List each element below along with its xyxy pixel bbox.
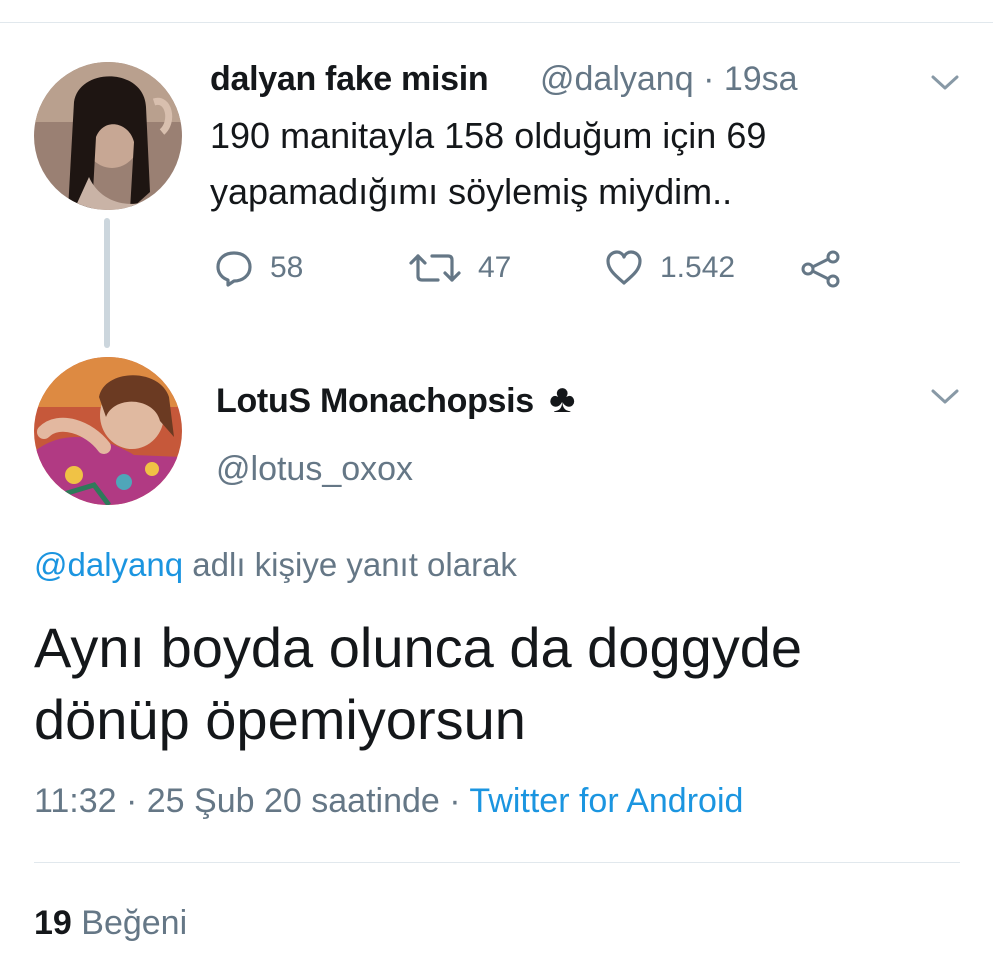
original-display-name[interactable]: dalyan fake misin — [210, 60, 489, 99]
tweet-metadata: 11:32 · 25 Şub 20 saatinde · Twitter for… — [34, 782, 743, 821]
original-time[interactable]: · 19sa — [703, 60, 798, 98]
like-count: 1.542 — [660, 251, 736, 284]
reply-count: 58 — [270, 251, 304, 284]
reply-tweet-text: Aynı boyda olunca da doggyde dönüp öpemi… — [34, 612, 964, 756]
replying-to-label: adlı kişiye yanıt olarak — [183, 546, 517, 583]
club-suit-icon: ♣ — [549, 377, 576, 421]
original-tweet-text: 190 manitayla 158 olduğum için 69 yapama… — [210, 108, 910, 220]
likes-stat-count: 19 — [34, 904, 72, 942]
reply-text-line-1: Aynı boyda olunca da doggyde — [34, 616, 803, 679]
retweet-icon — [409, 254, 461, 282]
likes-stat[interactable]: 19 Beğeni — [34, 904, 187, 943]
likes-stat-label: Beğeni — [71, 904, 188, 942]
reply-icon — [216, 251, 252, 287]
reply-text-line-2: dönüp öpemiyorsun — [34, 688, 526, 751]
original-handle[interactable]: @dalyanq — [540, 60, 694, 98]
like-action[interactable]: 1.542 — [604, 248, 735, 288]
reply-action[interactable]: 58 — [214, 248, 303, 288]
chevron-down-icon[interactable] — [930, 74, 960, 92]
profile-photo-icon — [34, 62, 182, 210]
avatar-dalyanq[interactable] — [34, 62, 182, 210]
reply-display-name-row: LotuS Monachopsis ♣ — [216, 377, 575, 422]
tweet-source-link[interactable]: Twitter for Android — [469, 782, 743, 820]
retweet-action[interactable]: 47 — [408, 248, 511, 288]
tweet-timestamp[interactable]: 11:32 · 25 Şub 20 saatinde · — [34, 782, 469, 820]
original-text-line-1: 190 manitayla 158 olduğum için 69 — [210, 115, 767, 156]
chevron-down-icon[interactable] — [930, 388, 960, 406]
original-text-line-2: yapamadığımı söylemiş miydim.. — [210, 171, 733, 212]
avatar-lotus-oxox[interactable] — [34, 357, 182, 505]
replying-to-line: @dalyanq adlı kişiye yanıt olarak — [34, 546, 517, 584]
original-handle-time: @dalyanq · 19sa — [540, 60, 798, 99]
stats-divider — [34, 862, 960, 863]
top-divider — [0, 22, 993, 23]
profile-photo-icon — [34, 357, 182, 505]
thread-connector-line — [104, 218, 110, 348]
share-icon[interactable] — [800, 250, 842, 288]
retweet-count: 47 — [478, 251, 512, 284]
replying-to-mention[interactable]: @dalyanq — [34, 546, 183, 583]
reply-display-name[interactable]: LotuS Monachopsis — [216, 382, 534, 420]
reply-handle[interactable]: @lotus_oxox — [216, 450, 413, 489]
heart-icon — [606, 250, 642, 285]
